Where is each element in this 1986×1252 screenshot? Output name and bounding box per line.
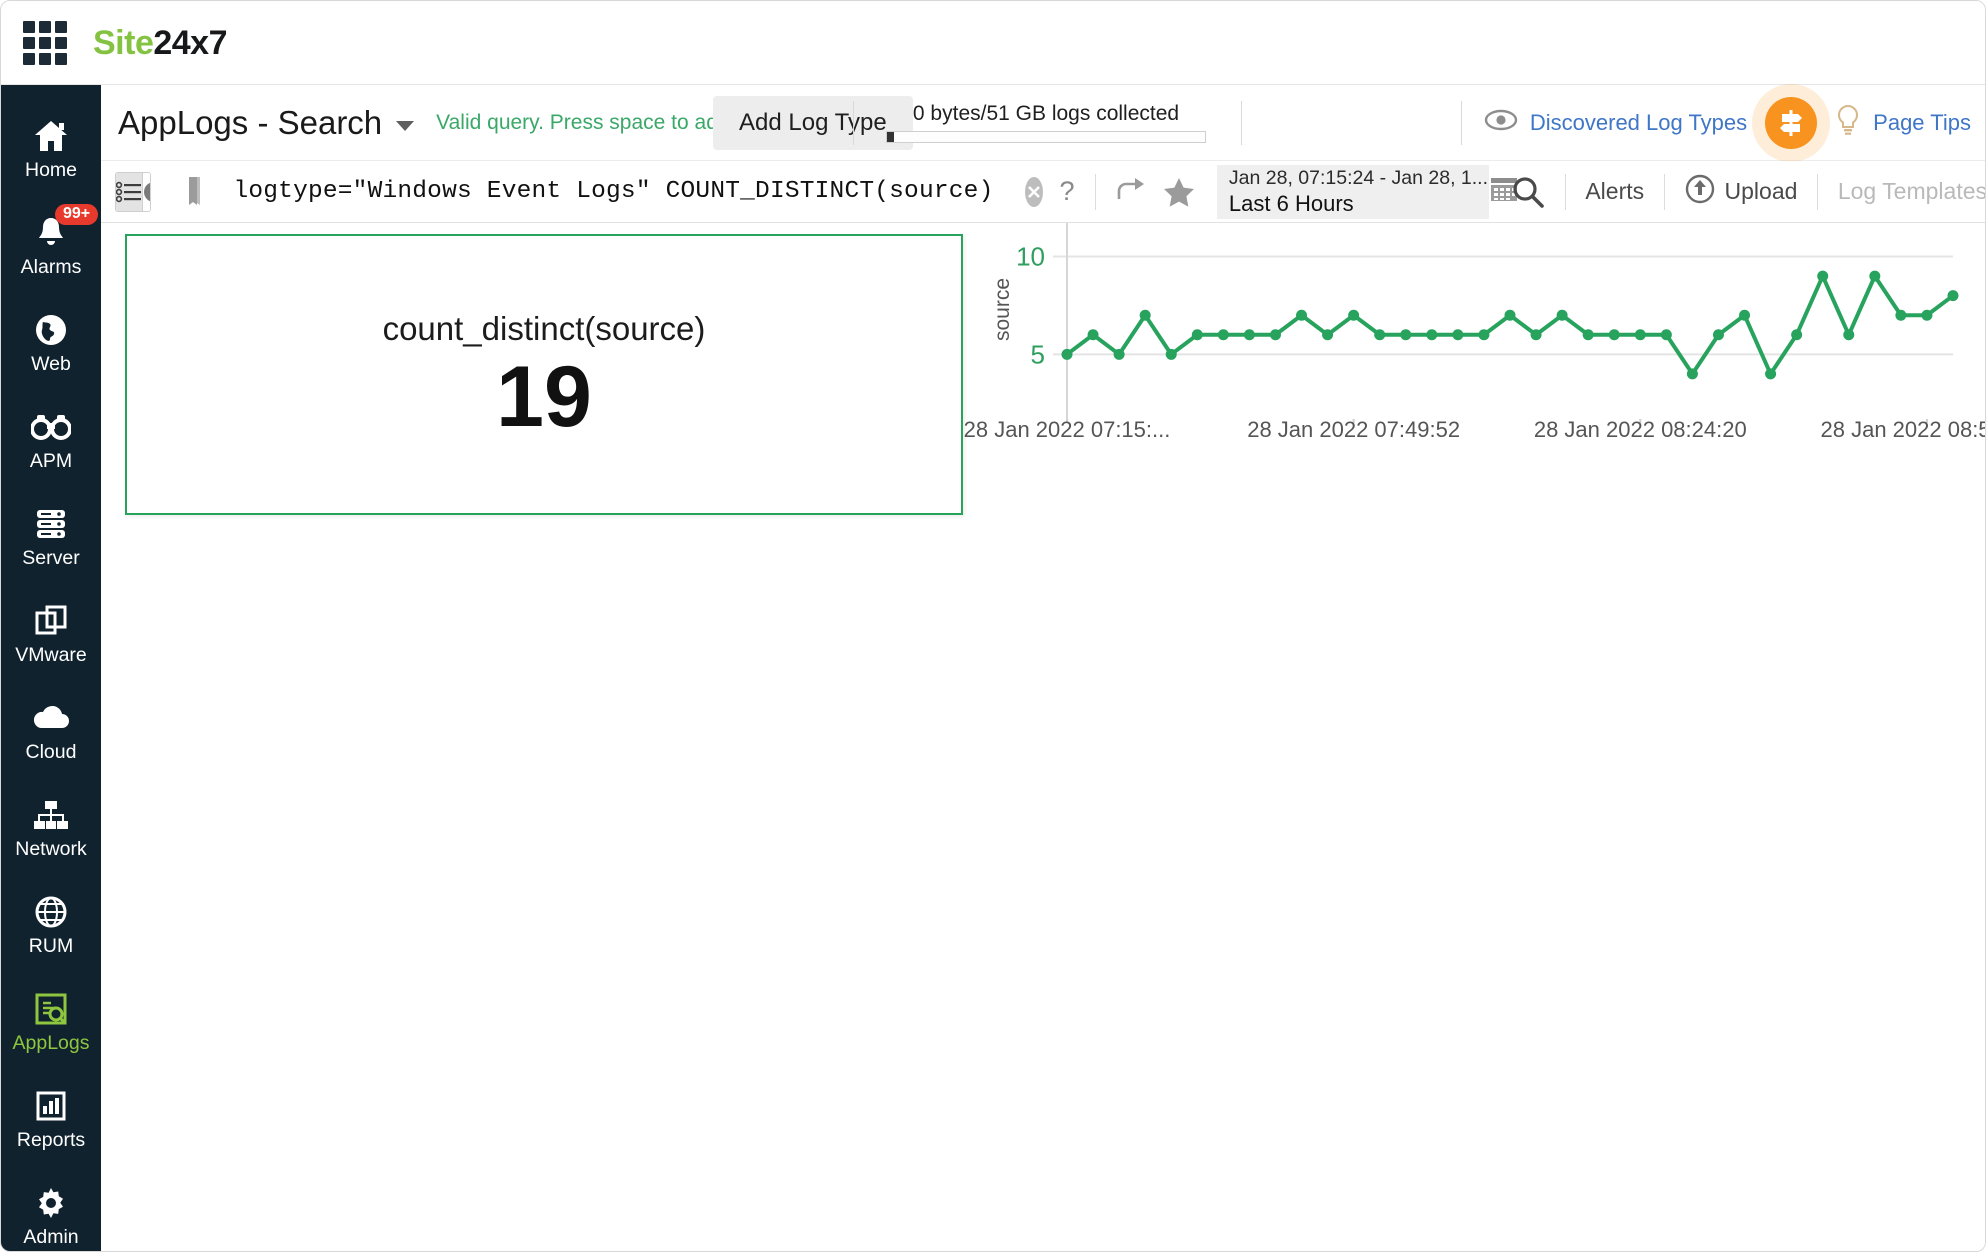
date-range-preset: Last 6 Hours xyxy=(1229,191,1488,217)
upload-label: Upload xyxy=(1725,178,1798,205)
gear-icon xyxy=(34,1182,68,1224)
apps-grid-icon[interactable] xyxy=(23,21,67,65)
chart-x-tick-label: 28 Jan 2022 07:49:52 xyxy=(1247,417,1460,443)
applogs-search-page: Site24x7 Home 99+ Alarms Web xyxy=(0,0,1986,1252)
discovered-log-types-link[interactable]: Discovered Log Types xyxy=(1484,109,1747,137)
source-trend-chart: source 510 28 Jan 2022 07:15:...28 Jan 2… xyxy=(987,223,1967,523)
logo-text-black: 24x7 xyxy=(153,24,227,62)
network-icon xyxy=(33,794,69,836)
alerts-label: Alerts xyxy=(1585,178,1644,205)
log-templates-label: Log Templates xyxy=(1838,178,1986,205)
sidebar-item-label: Admin xyxy=(23,1228,78,1248)
header-divider-1 xyxy=(853,101,854,145)
chart-plot-svg: 5 10 xyxy=(987,223,1967,423)
sidebar-item-label: Reports xyxy=(17,1131,85,1151)
header-right-actions: Discovered Log Types Page Tips xyxy=(1461,83,1971,163)
sidebar-item-label: VMware xyxy=(15,646,87,666)
query-input[interactable]: logtype="Windows Event Logs" COUNT_DISTI… xyxy=(233,178,993,205)
date-range-texts: Jan 28, 07:15:24 - Jan 28, 1... Last 6 H… xyxy=(1229,167,1488,217)
cloud-icon xyxy=(31,697,71,739)
view-mode-toggle xyxy=(115,172,151,212)
log-quota-text: 0 bytes/51 GB logs collected xyxy=(913,102,1179,126)
share-icon[interactable] xyxy=(1115,177,1147,207)
stat-card-title: count_distinct(source) xyxy=(383,310,706,348)
search-results-area: count_distinct(source) 19 source 510 28 … xyxy=(101,223,1986,1252)
log-templates-button[interactable]: Log Templates xyxy=(1838,178,1986,205)
home-icon xyxy=(33,115,69,157)
upload-button[interactable]: Upload xyxy=(1685,174,1798,210)
clear-circle-icon[interactable] xyxy=(1025,177,1043,207)
list-view-icon[interactable] xyxy=(116,173,142,211)
signpost-icon xyxy=(1765,97,1817,149)
lightbulb-icon xyxy=(1835,104,1861,142)
page-tips-label: Page Tips xyxy=(1873,110,1971,136)
sidebar-item-label: RUM xyxy=(29,937,73,957)
stat-card-value: 19 xyxy=(496,354,592,440)
search-icon[interactable] xyxy=(1511,175,1545,209)
chart-x-tick-label: 28 Jan 2022 08:24:20 xyxy=(1534,417,1747,443)
top-brand-bar: Site24x7 xyxy=(1,1,1986,85)
query-help-icon[interactable]: ? xyxy=(1059,176,1074,207)
sidebar-item-label: Web xyxy=(31,355,71,375)
stat-result-card: count_distinct(source) 19 xyxy=(125,234,963,515)
sidebar-item-alarms[interactable]: 99+ Alarms xyxy=(1,196,101,293)
sidebar-item-admin[interactable]: Admin xyxy=(1,1166,101,1252)
logo-text-green: Site xyxy=(93,24,153,62)
log-quota-indicator: 0 bytes/51 GB logs collected xyxy=(881,102,1211,143)
discovered-log-types-label: Discovered Log Types xyxy=(1530,110,1747,136)
sidebar-item-server[interactable]: Server xyxy=(1,487,101,584)
sidebar-item-label: AppLogs xyxy=(13,1034,90,1054)
star-icon[interactable] xyxy=(1163,177,1195,207)
sidebar-item-web[interactable]: Web xyxy=(1,293,101,390)
header-divider-2 xyxy=(1241,101,1242,145)
signpost-badge[interactable] xyxy=(1751,83,1831,163)
svg-text:5: 5 xyxy=(1031,339,1045,369)
alarms-count-badge: 99+ xyxy=(55,204,98,225)
layers-icon xyxy=(34,600,68,642)
log-quota-progressbar xyxy=(886,131,1206,143)
date-range-picker[interactable]: Jan 28, 07:15:24 - Jan 28, 1... Last 6 H… xyxy=(1217,165,1489,219)
sidebar-item-vmware[interactable]: VMware xyxy=(1,584,101,681)
sidebar-item-network[interactable]: Network xyxy=(1,778,101,875)
page-title: AppLogs - Search xyxy=(118,104,382,142)
reports-icon xyxy=(34,1085,68,1127)
sidebar-item-apm[interactable]: APM xyxy=(1,390,101,487)
sidebar-item-home[interactable]: Home xyxy=(1,99,101,196)
date-range-absolute: Jan 28, 07:15:24 - Jan 28, 1... xyxy=(1229,167,1488,190)
sidebar-item-reports[interactable]: Reports xyxy=(1,1069,101,1166)
header-divider-3 xyxy=(1461,101,1462,145)
sidebar-item-label: Cloud xyxy=(26,743,77,763)
chart-x-axis-labels: 28 Jan 2022 07:15:...28 Jan 2022 07:49:5… xyxy=(987,417,1967,457)
query-toolbar: logtype="Windows Event Logs" COUNT_DISTI… xyxy=(101,161,1986,223)
sidebar-item-label: Alarms xyxy=(21,258,82,278)
sidebar-item-label: Home xyxy=(25,161,77,181)
page-tips-link[interactable]: Page Tips xyxy=(1835,104,1971,142)
server-icon xyxy=(34,503,68,545)
site24x7-logo[interactable]: Site24x7 xyxy=(93,26,227,60)
chevron-down-icon[interactable] xyxy=(396,121,414,131)
binoculars-icon xyxy=(31,406,71,448)
sidebar-item-rum[interactable]: RUM xyxy=(1,875,101,972)
sidebar-item-cloud[interactable]: Cloud xyxy=(1,681,101,778)
sidebar-item-label: APM xyxy=(30,452,72,472)
sidebar-item-label: Server xyxy=(22,549,79,569)
globe-icon xyxy=(33,309,69,351)
eye-icon xyxy=(1484,109,1518,137)
alerts-button[interactable]: Alerts xyxy=(1585,178,1644,205)
chart-x-tick-label: 28 Jan 2022 07:15:... xyxy=(964,417,1171,443)
sidebar-item-label: Network xyxy=(15,840,87,860)
log-book-icon[interactable] xyxy=(173,175,203,209)
sidebar-item-applogs[interactable]: AppLogs xyxy=(1,972,101,1069)
applogs-icon xyxy=(34,988,68,1030)
upload-circle-icon xyxy=(1685,174,1715,210)
pie-chart-view-icon[interactable] xyxy=(142,173,151,211)
page-header: AppLogs - Search Valid query. Press spac… xyxy=(101,85,1986,161)
chart-x-tick-label: 28 Jan 2022 08:58:48 xyxy=(1821,417,1986,443)
primary-sidebar: Home 99+ Alarms Web APM Server xyxy=(1,85,101,1252)
svg-text:10: 10 xyxy=(1016,242,1045,272)
rum-globe-icon xyxy=(33,891,69,933)
